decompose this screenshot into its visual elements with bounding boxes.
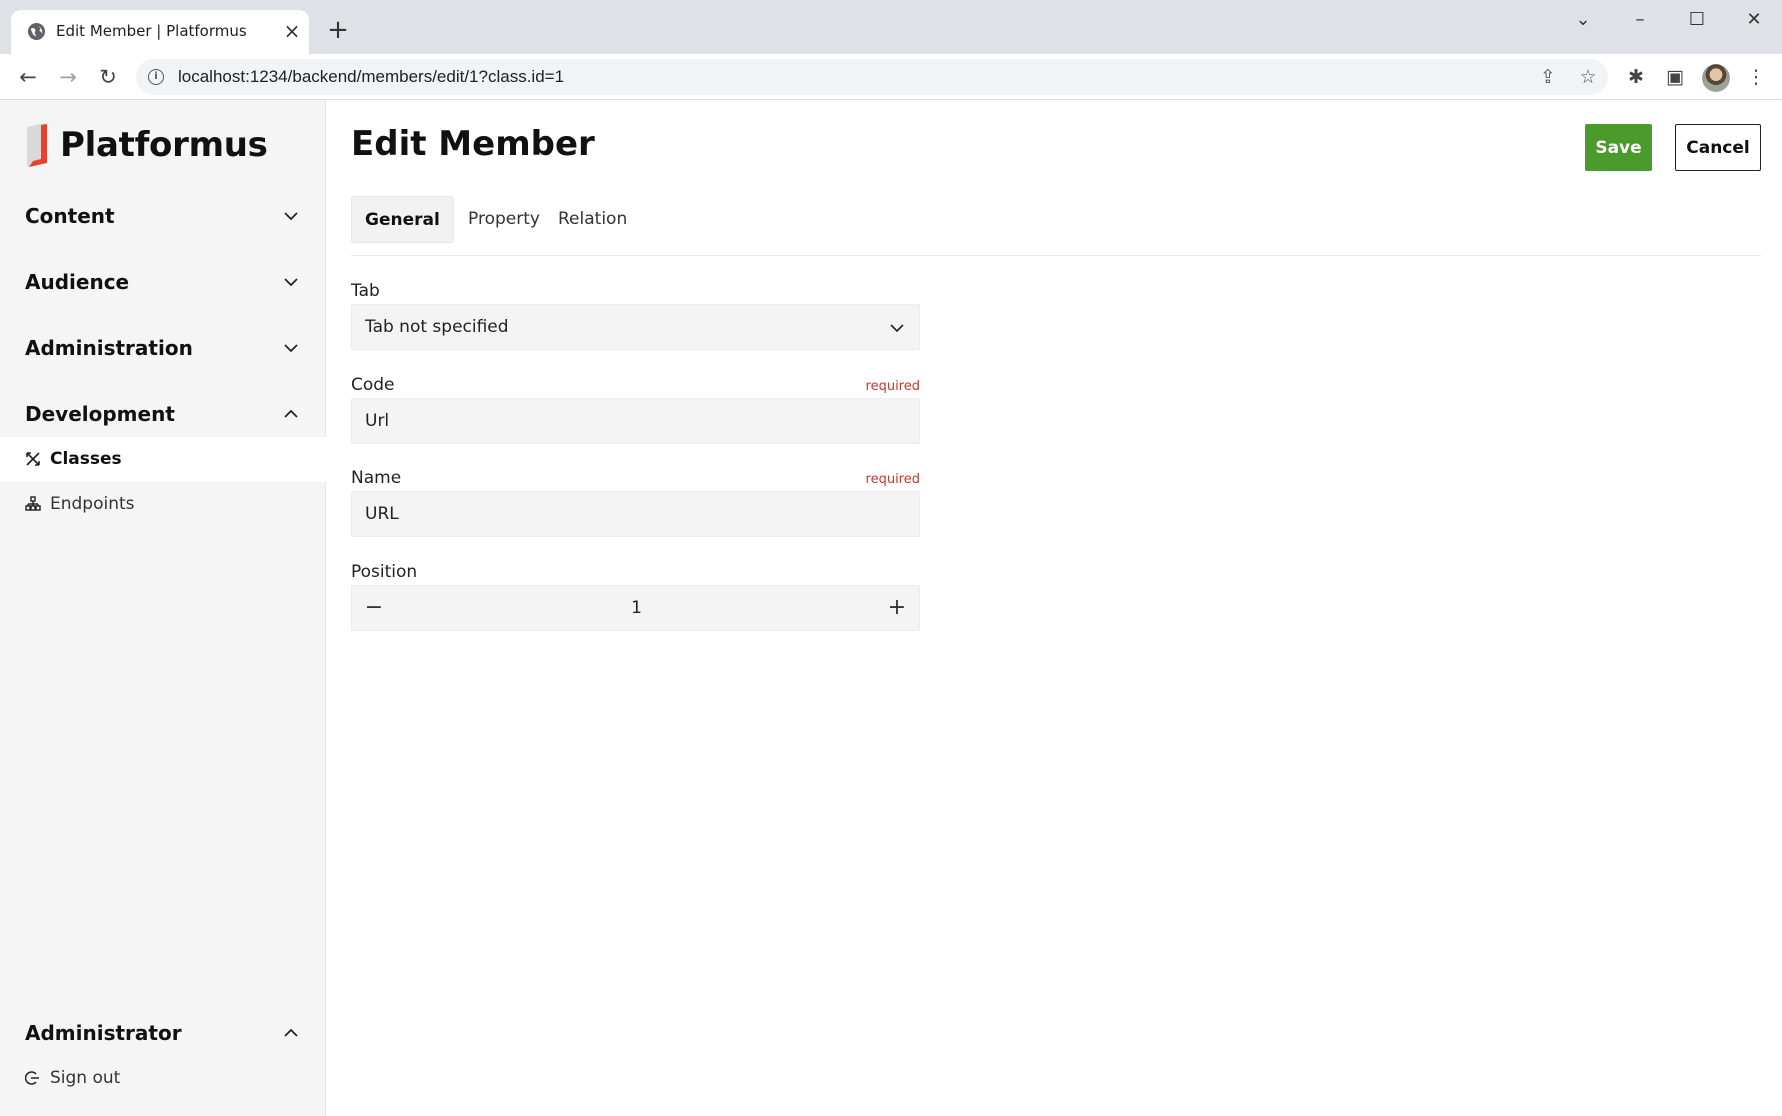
tab-property[interactable]: Property xyxy=(455,196,553,243)
main-content: Edit Member Save Cancel General Property… xyxy=(327,100,1782,1116)
endpoints-icon xyxy=(25,496,41,511)
nav-section-title: Administration xyxy=(25,336,193,360)
tab-select[interactable]: Tab not specified xyxy=(351,304,920,350)
tab-search-icon[interactable]: ⌄ xyxy=(1563,8,1603,32)
chevron-down-icon xyxy=(284,344,298,353)
chevron-up-icon xyxy=(284,1028,298,1037)
position-stepper[interactable]: 1 − + xyxy=(351,585,920,631)
browser-tab[interactable]: Edit Member | Platformus × xyxy=(11,10,309,54)
sidebar-item-classes[interactable]: Classes xyxy=(0,437,326,482)
increment-button[interactable]: + xyxy=(883,594,911,622)
nav-section-title: Administrator xyxy=(25,1021,182,1045)
close-window-button[interactable]: ✕ xyxy=(1734,8,1774,32)
sign-out-icon xyxy=(25,1071,39,1085)
name-field-value[interactable]: URL xyxy=(365,504,399,524)
nav-section-administrator[interactable]: Administrator xyxy=(0,1015,326,1055)
form-tabs: General Property Relation xyxy=(351,196,1761,256)
browser-toolbar: ← → ↻ i localhost:1234/backend/members/e… xyxy=(0,54,1782,100)
nav-section-title: Content xyxy=(25,204,115,228)
name-required-hint: required xyxy=(865,472,920,487)
close-tab-icon[interactable]: × xyxy=(282,21,302,41)
cancel-button[interactable]: Cancel xyxy=(1675,124,1761,171)
decrement-button[interactable]: − xyxy=(360,594,388,622)
tab-select-value: Tab not specified xyxy=(365,317,509,337)
platformus-logo-icon xyxy=(27,123,47,167)
nav-section-administration[interactable]: Administration xyxy=(0,330,326,370)
chevron-down-icon xyxy=(284,278,298,287)
bookmark-star-icon[interactable]: ☆ xyxy=(1576,65,1600,89)
logo-text: Platformus xyxy=(60,125,268,165)
name-field[interactable]: URL xyxy=(351,491,920,537)
sidebar-item-label: Endpoints xyxy=(50,494,135,514)
logo[interactable]: Platformus xyxy=(25,123,268,167)
url-text[interactable]: localhost:1234/backend/members/edit/1?cl… xyxy=(178,67,564,87)
chevron-down-icon xyxy=(890,324,904,333)
nav-section-development[interactable]: Development xyxy=(0,396,326,436)
sidebar: Platformus Content Audience Administrati… xyxy=(0,100,326,1116)
back-icon[interactable]: ← xyxy=(15,64,41,90)
nav-section-title: Development xyxy=(25,402,175,426)
site-info-icon[interactable]: i xyxy=(148,69,164,85)
globe-icon xyxy=(27,22,46,41)
reload-icon[interactable]: ↻ xyxy=(95,64,121,90)
share-icon[interactable]: ⇪ xyxy=(1536,65,1560,89)
code-required-hint: required xyxy=(865,379,920,394)
tab-general[interactable]: General xyxy=(351,196,454,243)
forward-icon[interactable]: → xyxy=(55,64,81,90)
side-panel-icon[interactable]: ▣ xyxy=(1663,65,1687,89)
browser-tab-strip: Edit Member | Platformus × + ⌄ – ☐ ✕ xyxy=(0,0,1782,54)
browser-tab-title: Edit Member | Platformus xyxy=(56,22,247,40)
new-tab-button[interactable]: + xyxy=(325,17,351,44)
sidebar-item-sign-out[interactable]: Sign out xyxy=(0,1056,326,1101)
page-title: Edit Member xyxy=(351,124,595,164)
tab-field-label: Tab xyxy=(351,281,380,301)
classes-icon xyxy=(26,452,40,466)
chevron-down-icon xyxy=(284,212,298,221)
position-value[interactable]: 1 xyxy=(352,598,921,618)
tab-relation[interactable]: Relation xyxy=(545,196,640,243)
sidebar-item-endpoints[interactable]: Endpoints xyxy=(0,482,326,527)
code-field[interactable]: Url xyxy=(351,398,920,444)
chevron-up-icon xyxy=(284,409,298,418)
minimize-button[interactable]: – xyxy=(1620,8,1660,32)
nav-section-audience[interactable]: Audience xyxy=(0,264,326,304)
extensions-icon[interactable]: ✱ xyxy=(1624,65,1648,89)
position-field-label: Position xyxy=(351,562,418,582)
profile-avatar[interactable] xyxy=(1702,64,1730,92)
nav-section-content[interactable]: Content xyxy=(0,198,326,238)
sidebar-item-label: Classes xyxy=(50,449,122,469)
browser-menu-icon[interactable]: ⋮ xyxy=(1744,65,1768,89)
sidebar-item-label: Sign out xyxy=(50,1068,121,1088)
maximize-button[interactable]: ☐ xyxy=(1677,8,1717,32)
address-bar[interactable]: i localhost:1234/backend/members/edit/1?… xyxy=(136,59,1608,95)
save-button[interactable]: Save xyxy=(1585,124,1652,171)
nav-section-title: Audience xyxy=(25,270,130,294)
code-field-value[interactable]: Url xyxy=(365,411,389,431)
